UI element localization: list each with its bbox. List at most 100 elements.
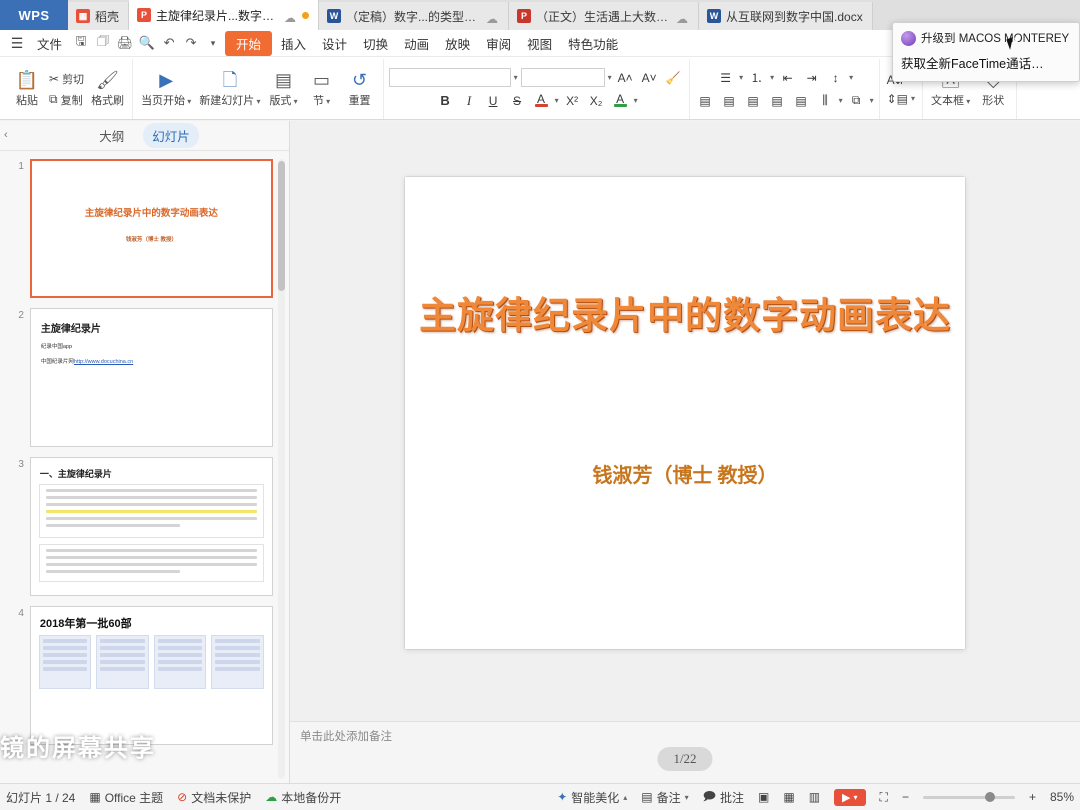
tab-design[interactable]: 设计 (315, 31, 354, 56)
status-comments[interactable]: 🗩 批注 (703, 787, 744, 808)
list-item[interactable]: 3 一、主旋律纪录片 (14, 457, 273, 596)
align-left-button[interactable]: ▤ (695, 91, 716, 110)
undo-icon[interactable]: ↶ (159, 35, 179, 51)
chevron-down-icon[interactable]: ▾ (964, 97, 970, 106)
save-icon[interactable]: 🖫 (71, 32, 91, 54)
play-button[interactable]: ▶ ▾ (834, 789, 865, 806)
zoom-level[interactable]: 85% (1050, 790, 1074, 804)
view-normal-button[interactable]: ▣ (758, 790, 769, 804)
cut-button[interactable]: ✂ 剪切 (46, 70, 87, 88)
font-shrink-button[interactable]: A˅ (639, 68, 660, 87)
font-color-button[interactable]: A (531, 91, 552, 110)
chevron-down-icon[interactable]: ▾ (770, 73, 774, 82)
italic-button[interactable]: I (459, 91, 480, 110)
slide-thumbnail-1[interactable]: 主旋律纪录片中的数字动画表达 钱淑芳（博士 教授） (30, 159, 273, 298)
status-theme[interactable]: ▦ Office 主题 (89, 789, 163, 806)
copy-button[interactable]: ⧉ 复制 (46, 91, 87, 109)
tab-insert[interactable]: 插入 (274, 31, 313, 56)
indent-increase-button[interactable]: ⇥ (801, 68, 822, 87)
macos-update-notification[interactable]: 升级到 MACOS MONTEREY 获取全新FaceTime通话… (892, 22, 1080, 82)
zoom-in-button[interactable]: + (1029, 790, 1036, 804)
indent-decrease-button[interactable]: ⇤ (777, 68, 798, 87)
slide-thumbnail-4[interactable]: 2018年第一批60部 (30, 606, 273, 745)
view-reading-button[interactable]: ▥ (809, 790, 820, 804)
strikethrough-button[interactable]: S (507, 91, 528, 110)
tab-transition[interactable]: 切换 (356, 31, 395, 56)
chevron-down-icon[interactable]: ▾ (854, 793, 858, 802)
from-current-slide-button[interactable]: ▶ 当页开始 ▾ (137, 69, 195, 110)
tab-special[interactable]: 特色功能 (561, 31, 625, 56)
font-size-select[interactable] (521, 68, 605, 87)
align-right-button[interactable]: ▤ (743, 91, 764, 110)
font-grow-button[interactable]: A˄ (615, 68, 636, 87)
tab-pdf-1[interactable]: P （正文）生活遇上大数据.pdf (509, 2, 699, 30)
tab-review[interactable]: 审阅 (479, 31, 518, 56)
reset-button[interactable]: ↺ 重置 (341, 69, 379, 110)
chevron-down-icon[interactable]: ▾ (324, 97, 330, 106)
menu-hamburger-icon[interactable]: ☰ (6, 35, 28, 52)
print-icon[interactable]: 🖨 (115, 35, 135, 51)
chevron-down-icon[interactable]: ▾ (849, 73, 853, 82)
menu-file[interactable]: 文件 (30, 31, 69, 56)
tab-start[interactable]: 开始 (225, 31, 272, 56)
underline-button[interactable]: U (483, 91, 504, 110)
fit-to-window-button[interactable]: ⛶ (880, 790, 888, 805)
redo-icon[interactable]: ↷ (181, 35, 201, 51)
quick-access-more-icon[interactable]: ▾ (203, 38, 223, 49)
tab-slideshow[interactable]: 放映 (438, 31, 477, 56)
chevron-down-icon[interactable]: ▾ (555, 96, 559, 105)
bullets-button[interactable]: ☰ (715, 68, 736, 87)
tab-animation[interactable]: 动画 (397, 31, 436, 56)
zoom-out-button[interactable]: − (902, 790, 909, 804)
collapse-panel-icon[interactable]: ‹ (4, 129, 8, 141)
chevron-down-icon[interactable]: ▾ (514, 73, 518, 82)
tab-doc-2[interactable]: W 从互联网到数字中国.docx (699, 2, 873, 30)
tab-slides[interactable]: 幻灯片 (143, 123, 199, 148)
line-spacing-button[interactable]: ↕ (825, 68, 846, 87)
chevron-down-icon[interactable]: ▾ (839, 96, 843, 105)
distribute-button[interactable]: ▤ (791, 91, 812, 110)
align-text-button[interactable]: ⇕▤ ▾ (884, 91, 918, 107)
slide-thumbnail-3[interactable]: 一、主旋律纪录片 (30, 457, 273, 596)
save-as-icon[interactable]: 🗇 (93, 32, 113, 54)
columns-button[interactable]: ⫼ (815, 91, 836, 110)
slide-title[interactable]: 主旋律纪录片中的数字动画表达 (405, 285, 965, 339)
chevron-down-icon[interactable]: ▴ (623, 793, 627, 802)
chevron-down-icon[interactable]: ▾ (911, 94, 915, 103)
chevron-down-icon[interactable]: ▾ (291, 97, 297, 106)
chevron-down-icon[interactable]: ▾ (608, 73, 612, 82)
tab-docer[interactable]: ▦ 稻壳 (68, 2, 129, 30)
navigator-scrollbar-thumb[interactable] (278, 161, 285, 291)
superscript-button[interactable]: X² (562, 91, 583, 110)
section-button[interactable]: ▭ 节 ▾ (303, 69, 341, 110)
font-family-select[interactable] (389, 68, 511, 87)
status-backup[interactable]: ☁ 本地备份开 (265, 789, 341, 806)
list-item[interactable]: 2 主旋律纪录片 纪录中国app 中国纪录片网http://www.docuch… (14, 308, 273, 447)
highlight-button[interactable]: A (610, 91, 631, 110)
slide-thumbnail-list[interactable]: 1 主旋律纪录片中的数字动画表达 钱淑芳（博士 教授） 2 主旋律纪录片 纪录中… (0, 151, 289, 783)
list-item[interactable]: 4 2018年第一批60部 (14, 606, 273, 745)
justify-button[interactable]: ▤ (767, 91, 788, 110)
subscript-button[interactable]: X₂ (586, 91, 607, 110)
chevron-down-icon[interactable]: ▾ (870, 96, 874, 105)
wps-logo[interactable]: WPS (0, 0, 68, 30)
slide-editing-area[interactable]: 主旋律纪录片中的数字动画表达 钱淑芳（博士 教授） 单击此处添加备注 1/22 (290, 121, 1080, 783)
numbering-button[interactable]: ⒈ (746, 68, 767, 87)
chevron-down-icon[interactable]: ▾ (185, 97, 191, 106)
status-protection[interactable]: ⊘ 文档未保护 (177, 789, 251, 806)
chevron-down-icon[interactable]: ▾ (634, 96, 638, 105)
status-notes[interactable]: ▤ 备注 ▾ (641, 789, 688, 806)
new-slide-button[interactable]: 🗋 新建幻灯片 ▾ (195, 69, 264, 110)
paste-button[interactable]: 📋 粘贴 (8, 69, 46, 110)
tab-active-presentation[interactable]: P 主旋律纪录片...数字动画表达 (129, 0, 319, 30)
chevron-down-icon[interactable]: ▾ (685, 793, 689, 802)
slide-thumbnail-2[interactable]: 主旋律纪录片 纪录中国app 中国纪录片网http://www.docuchin… (30, 308, 273, 447)
clear-format-button[interactable]: 🧹 (663, 68, 684, 87)
print-preview-icon[interactable]: 🔍 (137, 35, 157, 51)
tab-doc-1[interactable]: W （定稿）数字...的类型与表现 (319, 2, 509, 30)
tab-view[interactable]: 视图 (520, 31, 559, 56)
zoom-slider[interactable] (923, 796, 1015, 799)
align-center-button[interactable]: ▤ (719, 91, 740, 110)
list-item[interactable]: 1 主旋律纪录片中的数字动画表达 钱淑芳（博士 教授） (14, 159, 273, 298)
zoom-slider-knob[interactable] (985, 792, 995, 802)
